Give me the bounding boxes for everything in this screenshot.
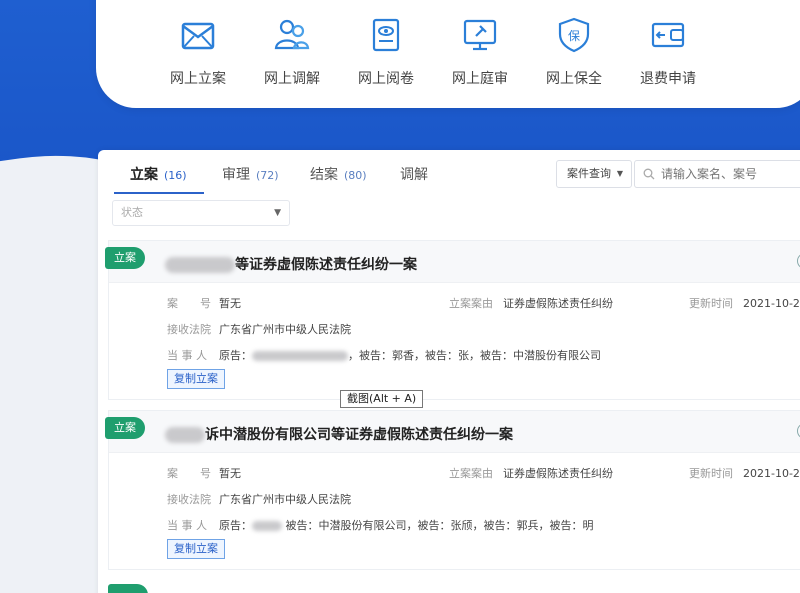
- screenshot-tooltip: 截图(Alt + A): [340, 390, 424, 408]
- parties-text: 兵，被告：明: [527, 519, 594, 532]
- court-name: 广东省广州市中级人民法院: [219, 323, 351, 336]
- service-label: 退费申请: [640, 71, 696, 87]
- gavel-screen-icon: [463, 19, 497, 51]
- tab-label: 审理: [222, 167, 250, 183]
- parties-text: ，被告：郭: [348, 349, 403, 362]
- redacted-name: [165, 257, 235, 273]
- court-row: 接收法院 广东省广州市中级人民法院: [167, 491, 351, 507]
- caret-down-icon: ▼: [274, 208, 281, 218]
- court-row: 接收法院 广东省广州市中级人民法院: [167, 321, 351, 337]
- parties-text: 原告：: [219, 519, 252, 532]
- case-title[interactable]: 等证券虚假陈述责任纠纷一案: [165, 254, 417, 274]
- parties-text: 原告：: [219, 349, 252, 362]
- field-label: 案 号: [167, 467, 211, 480]
- parties-text: 颀，被告：郭: [461, 519, 528, 532]
- field-label: 立案案由: [449, 467, 493, 480]
- query-type-value: 案件查询: [567, 167, 611, 180]
- case-number: 暂无: [219, 467, 241, 480]
- case-cause-row: 立案案由 证券虚假陈述责任纠纷: [449, 465, 613, 481]
- redacted-name: [252, 351, 348, 361]
- case-cause: 证券虚假陈述责任纠纷: [503, 297, 613, 310]
- tab-closed[interactable]: 结案 (80): [310, 164, 367, 184]
- field-label: 当 事 人: [167, 349, 207, 362]
- search-input[interactable]: [661, 164, 800, 184]
- field-label: 接收法院: [167, 323, 211, 336]
- case-cause: 证券虚假陈述责任纠纷: [503, 467, 613, 480]
- tab-label: 立案: [130, 167, 158, 183]
- status-badge: 立案: [105, 247, 145, 269]
- tab-mediation[interactable]: 调解: [400, 164, 428, 184]
- service-online-preservation[interactable]: 保 网上保全: [534, 16, 614, 88]
- updated-time: 2021-10-29: [743, 297, 800, 310]
- service-label: 网上立案: [170, 71, 226, 87]
- parties-text: ，被告：中潜股份有限公司: [469, 349, 601, 362]
- service-online-filing[interactable]: 网上立案: [158, 16, 238, 88]
- field-label: 立案案由: [449, 297, 493, 310]
- tab-label: 调解: [400, 167, 428, 183]
- field-label: 接收法院: [167, 493, 211, 506]
- field-label: 更新时间: [689, 297, 733, 310]
- case-number-row: 案 号暂无: [167, 295, 241, 311]
- envelope-icon: [181, 22, 215, 50]
- parties-row: 当 事 人原告： ，被告：郭香，被告：张，被告：中潜股份有限公司: [167, 347, 601, 363]
- case-card: 立案 诉中潜股份有限公司等证券虚假陈述责任纠纷一案 案 号暂无 立案案由 证券虚假…: [105, 410, 800, 570]
- copy-filing-button[interactable]: 复制立案: [167, 369, 225, 389]
- tab-filing[interactable]: 立案 (16): [130, 164, 187, 184]
- parties-text: 被告：中潜股份有限公司，被告：张: [282, 519, 462, 532]
- status-select[interactable]: 状态 ▼: [112, 200, 290, 226]
- parties-text: 香，被告：张: [403, 349, 469, 362]
- case-title[interactable]: 诉中潜股份有限公司等证券虚假陈述责任纠纷一案: [165, 424, 513, 444]
- service-label: 网上保全: [546, 71, 602, 87]
- tab-label: 结案: [310, 167, 338, 183]
- case-list-card: 立案 (16) 审理 (72) 结案 (80) 调解 案件查询 ▼ 状态 ▼ 立案 等…: [98, 150, 800, 593]
- service-online-trial[interactable]: 网上庭审: [440, 16, 520, 88]
- status-badge: [108, 584, 148, 593]
- case-header: 立案 诉中潜股份有限公司等证券虚假陈述责任纠纷一案: [105, 411, 800, 453]
- tab-count: (16): [164, 169, 187, 182]
- shield-bao-icon: 保: [558, 17, 590, 53]
- case-title-text: 等证券虚假陈述责任纠纷一案: [235, 257, 417, 273]
- case-header: 立案 等证券虚假陈述责任纠纷一案: [105, 241, 800, 283]
- status-badge: 立案: [105, 417, 145, 439]
- people-icon: [274, 19, 310, 50]
- document-eye-icon: [372, 18, 400, 52]
- search-icon: [643, 168, 655, 180]
- field-label: 案 号: [167, 297, 211, 310]
- case-number: 暂无: [219, 297, 241, 310]
- case-tabs: 立案 (16) 审理 (72) 结案 (80) 调解: [98, 150, 558, 194]
- search-box: [634, 160, 800, 188]
- service-label: 网上庭审: [452, 71, 508, 87]
- field-label: 更新时间: [689, 467, 733, 480]
- court-name: 广东省广州市中级人民法院: [219, 493, 351, 506]
- svg-text:保: 保: [568, 29, 580, 43]
- updated-row: 更新时间 2021-10-29: [689, 295, 800, 311]
- service-label: 网上调解: [264, 71, 320, 87]
- service-online-mediation[interactable]: 网上调解: [252, 16, 332, 88]
- caret-down-icon: ▼: [616, 169, 623, 178]
- case-card: 立案 等证券虚假陈述责任纠纷一案 案 号暂无 立案案由 证券虚假陈述责任纠纷 更新…: [105, 240, 800, 400]
- service-online-review[interactable]: 网上阅卷: [346, 16, 426, 88]
- redacted-name: [165, 427, 205, 443]
- wallet-refund-icon: [651, 22, 685, 48]
- query-type-select[interactable]: 案件查询 ▼: [556, 160, 632, 188]
- service-panel: 网上立案 网上调解 网上阅卷 网上庭审 保 网上保全 退费申请: [96, 0, 800, 108]
- copy-filing-button[interactable]: 复制立案: [167, 539, 225, 559]
- case-cause-row: 立案案由 证券虚假陈述责任纠纷: [449, 295, 613, 311]
- redacted-name: [252, 521, 282, 531]
- tab-count: (72): [256, 169, 279, 182]
- service-label: 网上阅卷: [358, 71, 414, 87]
- case-title-text: 诉中潜股份有限公司等证券虚假陈述责任纠纷一案: [205, 427, 513, 443]
- tab-count: (80): [344, 169, 367, 182]
- parties-row: 当 事 人原告： 被告：中潜股份有限公司，被告：张颀，被告：郭兵，被告：明: [167, 517, 594, 533]
- tab-trial[interactable]: 审理 (72): [222, 164, 279, 184]
- active-tab-indicator: [114, 192, 204, 194]
- field-label: 当 事 人: [167, 519, 207, 532]
- updated-row: 更新时间 2021-10-29: [689, 465, 800, 481]
- updated-time: 2021-10-29: [743, 467, 800, 480]
- case-number-row: 案 号暂无: [167, 465, 241, 481]
- service-refund-request[interactable]: 退费申请: [628, 16, 708, 88]
- status-value: 状态: [121, 206, 143, 219]
